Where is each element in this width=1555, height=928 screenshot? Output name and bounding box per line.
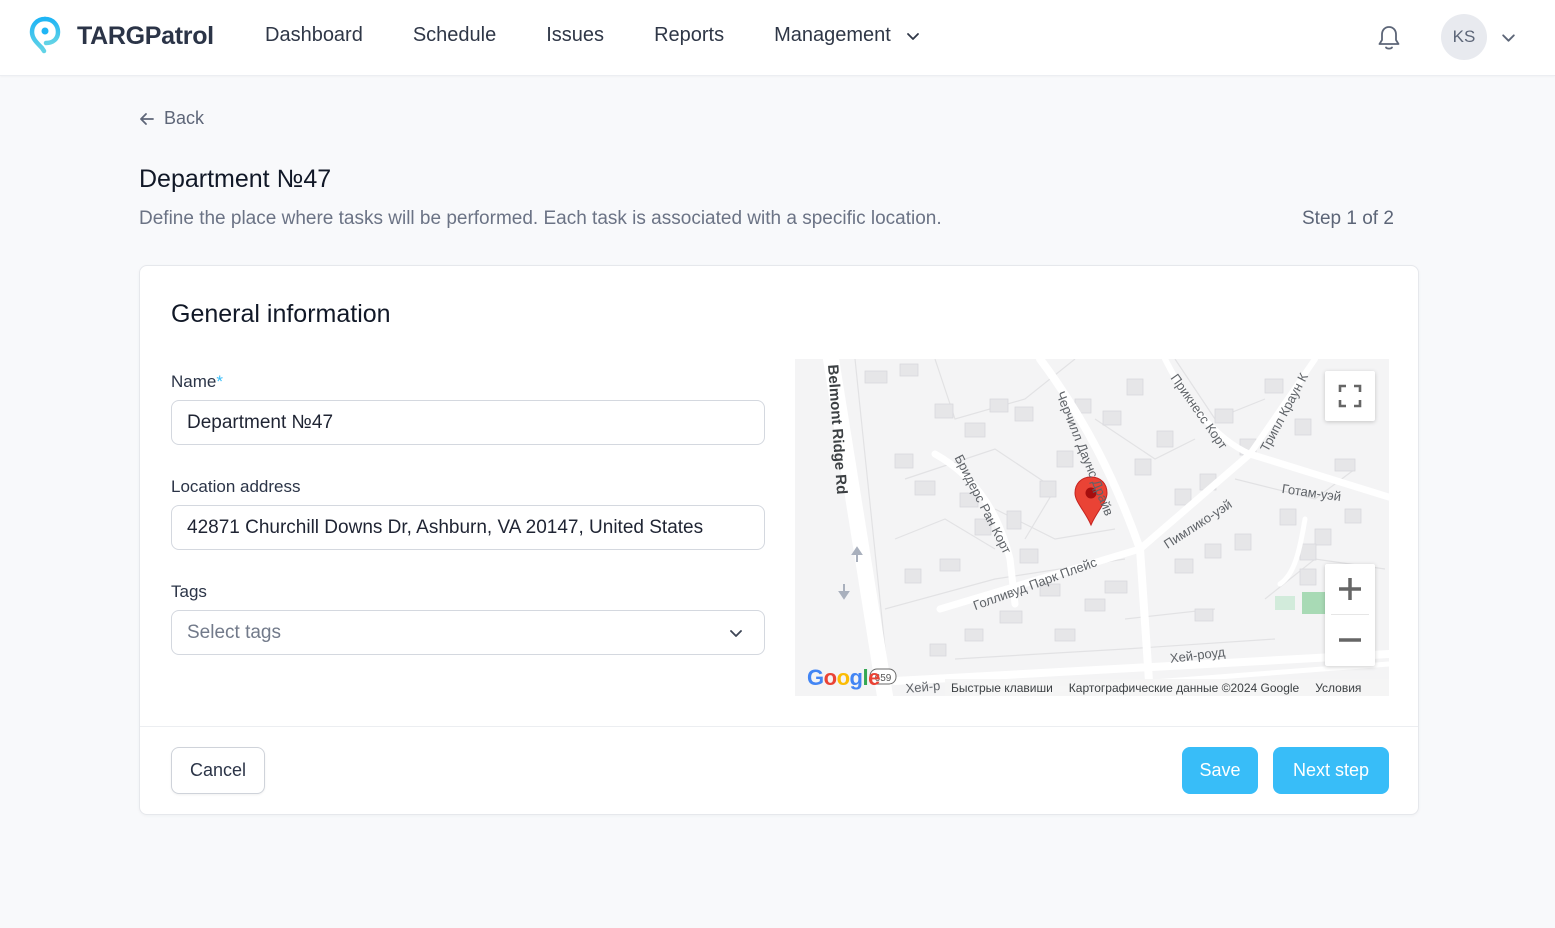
nav-label: Reports [654,24,725,46]
nav-label: Schedule [412,24,497,46]
nav-item-management[interactable]: Management [774,24,921,47]
bell-icon[interactable] [1376,24,1402,52]
zoom-out-button[interactable] [1325,615,1375,665]
top-navigation-bar: TARGPatrol Dashboard Schedule Issues Rep… [0,0,1555,76]
google-letter: o [836,665,850,690]
back-label: Back [164,108,205,128]
location-address-input[interactable]: 42871 Churchill Downs Dr, Ashburn, VA 20… [171,505,765,550]
cancel-button[interactable]: Cancel [171,747,265,794]
chevron-down-icon [730,630,742,637]
general-information-card: General information Name* Department №47… [139,265,1419,815]
save-button[interactable]: Save [1182,747,1258,794]
arrow-left-icon [140,112,154,125]
back-link[interactable]: Back [138,108,204,129]
street-label: Хей-р [905,677,941,696]
location-pin-logo-icon [29,16,61,54]
nav-label: Management [774,24,891,46]
tags-label: Tags [171,582,207,601]
minus-icon [1339,638,1361,642]
page-subtitle: Define the place where tasks will be per… [139,208,942,229]
terms-link[interactable]: Условия [1315,681,1361,695]
user-initials: KS [1452,27,1476,46]
fullscreen-icon [1338,384,1362,408]
map-data-credit: Картографические данные ©2024 Google [1068,680,1300,695]
logo[interactable]: TARGPatrol [28,16,214,56]
next-step-button[interactable]: Next step [1273,747,1389,794]
map-zoom-controls [1325,564,1375,666]
brand-name: TARGPatrol [77,21,214,50]
google-logo: Google [807,665,880,691]
plus-icon [1339,578,1361,600]
user-avatar[interactable]: KS [1441,14,1487,60]
nav-item-schedule[interactable]: Schedule [413,24,496,47]
nav-item-dashboard[interactable]: Dashboard [265,24,363,47]
nav-label: Issues [546,24,605,46]
main-nav: Dashboard Schedule Issues Reports Manage… [265,24,971,47]
google-letter: G [807,665,824,690]
zoom-in-button[interactable] [1325,564,1375,614]
step-indicator: Step 1 of 2 [1302,208,1394,229]
nav-item-issues[interactable]: Issues [546,24,604,47]
location-address-label: Location address [171,477,301,496]
address-input-value: 42871 Churchill Downs Dr, Ashburn, VA 20… [187,516,704,538]
tags-placeholder: Select tags [187,621,281,643]
section-title: General information [171,300,391,328]
nav-label: Dashboard [265,24,363,46]
fullscreen-button[interactable] [1325,371,1375,421]
location-map[interactable]: 659 Belmont Ridge Rd Бридерс Ран Корт Че… [795,359,1389,696]
page-title: Department №47 [139,165,332,193]
google-letter: o [823,665,837,690]
card-divider [140,726,1418,727]
map-attribution: Быстрые клавиши Картографические данные … [945,679,1389,696]
chevron-down-icon [906,32,919,40]
google-letter: g [849,665,863,690]
google-letter: e [868,665,880,690]
name-label: Name* [171,372,223,392]
name-input-value: Department №47 [187,411,334,433]
keyboard-shortcuts-link[interactable]: Быстрые клавиши [951,681,1053,695]
map-tiles: 659 [823,359,1389,696]
nav-item-reports[interactable]: Reports [654,24,724,47]
name-input[interactable]: Department №47 [171,400,765,445]
name-label-text: Name [171,372,217,391]
required-mark: * [216,372,223,391]
chevron-down-icon[interactable] [1500,29,1517,46]
tags-select[interactable]: Select tags [171,610,765,655]
